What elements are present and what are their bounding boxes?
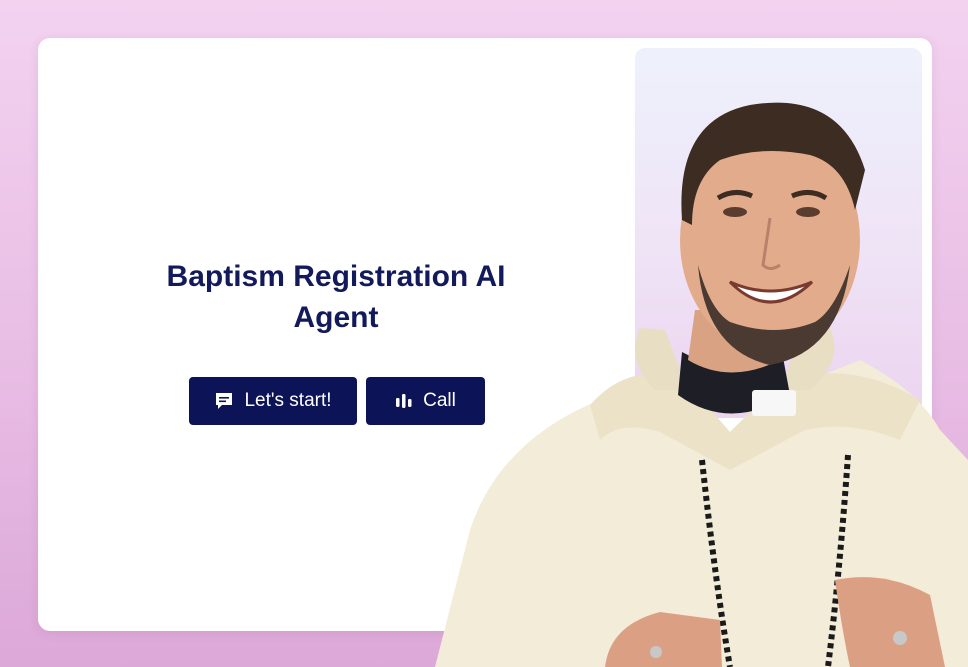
priest-avatar-image <box>435 102 968 667</box>
audio-bars-icon <box>395 392 413 410</box>
start-chat-button[interactable]: Let's start! <box>189 377 357 425</box>
chat-bubble-icon <box>214 391 234 411</box>
start-chat-label: Let's start! <box>244 390 332 411</box>
